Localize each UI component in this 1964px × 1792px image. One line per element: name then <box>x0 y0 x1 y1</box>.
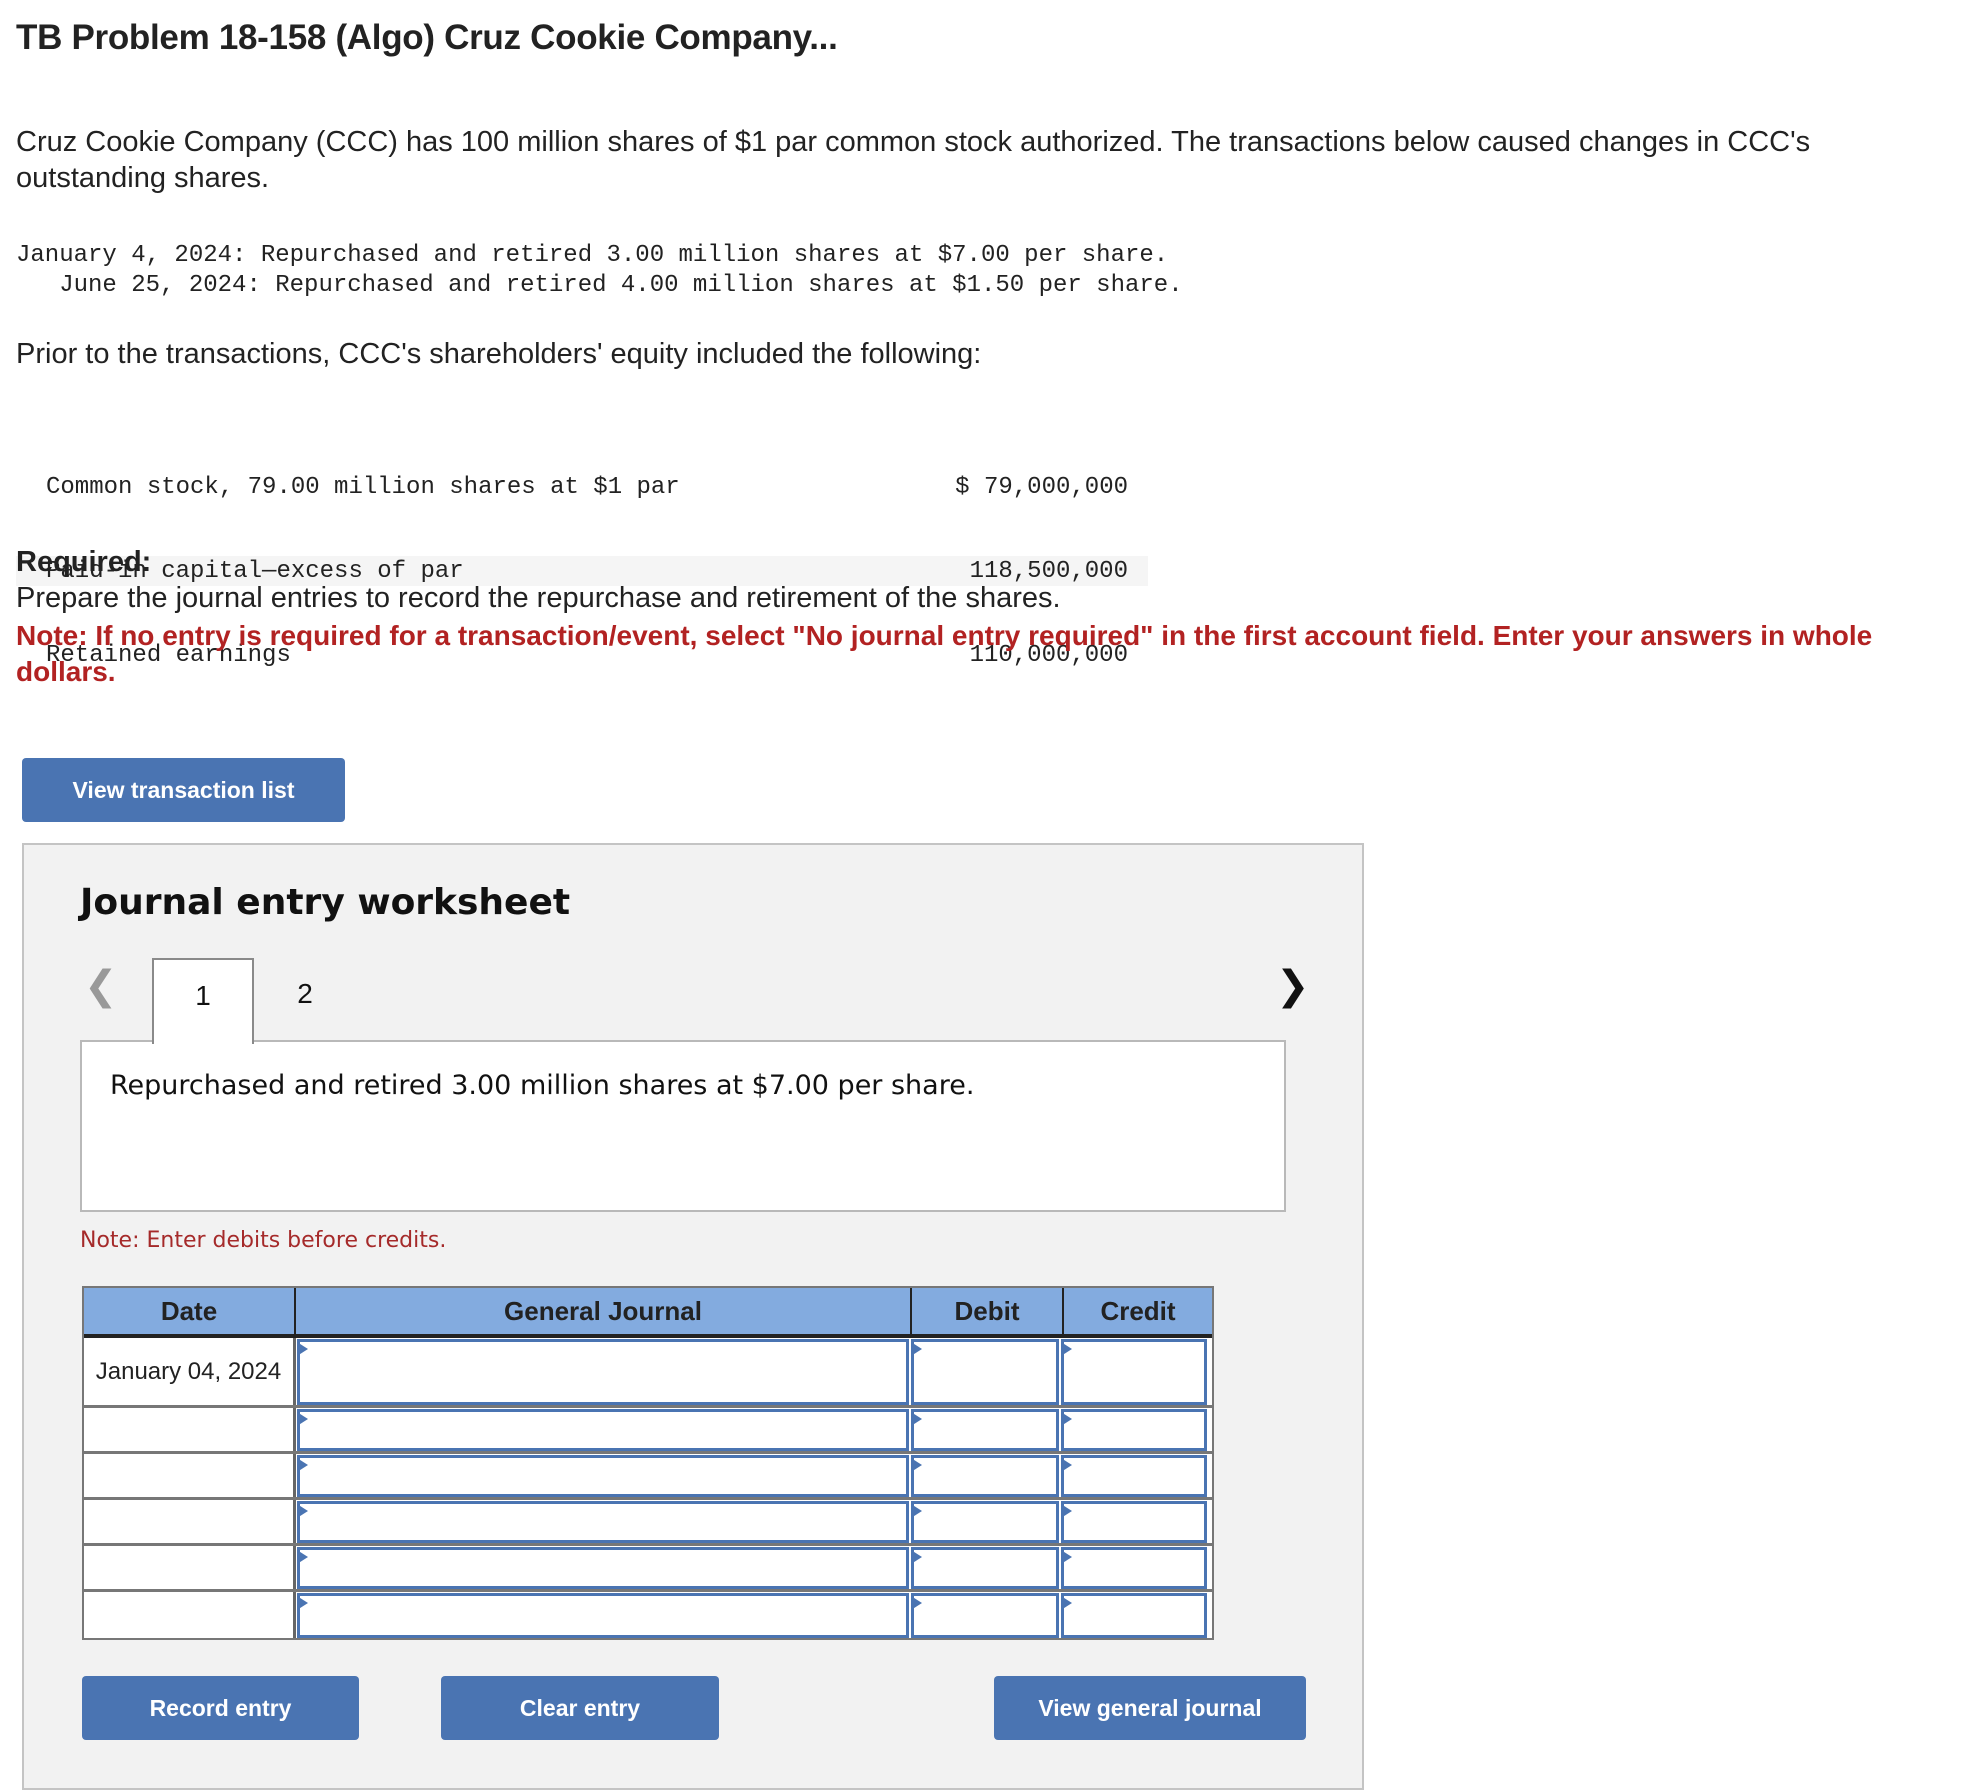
transaction-date: June 25, 2024: <box>16 272 261 299</box>
debit-input[interactable] <box>911 1409 1059 1451</box>
dropdown-flag-icon <box>297 1504 308 1518</box>
input-flag-icon <box>911 1550 922 1564</box>
credit-input[interactable] <box>1061 1455 1207 1497</box>
dropdown-flag-icon <box>297 1550 308 1564</box>
required-note: Note: If no entry is required for a tran… <box>16 620 1873 687</box>
transaction-line: June 25, 2024: Repurchased and retired 4… <box>16 272 1183 299</box>
credit-input[interactable] <box>1061 1409 1207 1451</box>
transaction-text: Repurchased and retired 4.00 million sha… <box>275 272 1183 299</box>
input-flag-icon <box>911 1596 922 1610</box>
dropdown-flag-icon <box>297 1458 308 1472</box>
header-date: Date <box>84 1288 296 1334</box>
transaction-date: January 4, 2024: <box>16 242 247 269</box>
input-flag-icon <box>1061 1342 1072 1356</box>
account-input[interactable] <box>297 1501 909 1543</box>
credit-input[interactable] <box>1061 1593 1207 1638</box>
input-flag-icon <box>1061 1458 1072 1472</box>
table-row <box>84 1592 1212 1638</box>
input-flag-icon <box>1061 1550 1072 1564</box>
chevron-left-icon[interactable]: ❮ <box>84 966 118 1006</box>
transaction-text: Repurchased and retired 3.00 million sha… <box>260 242 1169 269</box>
debit-input[interactable] <box>911 1547 1059 1589</box>
input-flag-icon <box>911 1412 922 1426</box>
input-flag-icon <box>1061 1412 1072 1426</box>
credit-input[interactable] <box>1061 1339 1207 1405</box>
account-input[interactable] <box>297 1339 909 1405</box>
clear-entry-button[interactable]: Clear entry <box>441 1676 719 1740</box>
date-cell <box>84 1454 296 1497</box>
date-cell <box>84 1592 296 1638</box>
input-flag-icon <box>911 1342 922 1356</box>
prior-equity-text: Prior to the transactions, CCC's shareho… <box>16 338 982 370</box>
page-title: TB Problem 18-158 (Algo) Cruz Cookie Com… <box>16 18 838 57</box>
dropdown-flag-icon <box>297 1342 308 1356</box>
view-transaction-list-button[interactable]: View transaction list <box>22 758 345 822</box>
credit-input[interactable] <box>1061 1501 1207 1543</box>
header-general-journal: General Journal <box>296 1288 912 1334</box>
chevron-right-icon[interactable]: ❯ <box>1276 966 1310 1006</box>
debit-input[interactable] <box>911 1501 1059 1543</box>
account-input[interactable] <box>297 1455 909 1497</box>
account-input[interactable] <box>297 1409 909 1451</box>
record-entry-button[interactable]: Record entry <box>82 1676 359 1740</box>
equity-value: $ 79,000,000 <box>955 474 1128 501</box>
tab-2[interactable]: 2 <box>270 958 340 1038</box>
equity-label: Common stock, 79.00 million shares at $1… <box>46 474 680 501</box>
input-flag-icon <box>911 1504 922 1518</box>
input-flag-icon <box>1061 1504 1072 1518</box>
transaction-description: Repurchased and retired 3.00 million sha… <box>80 1040 1286 1212</box>
tab-1[interactable]: 1 <box>152 958 254 1044</box>
tab-label: 1 <box>195 980 211 1011</box>
table-header: Date General Journal Debit Credit <box>84 1288 1212 1338</box>
description-text: Repurchased and retired 3.00 million sha… <box>110 1070 975 1101</box>
input-flag-icon <box>911 1458 922 1472</box>
tab-label: 2 <box>297 978 313 1009</box>
required-text: Prepare the journal entries to record th… <box>16 582 1061 614</box>
debit-input[interactable] <box>911 1593 1059 1638</box>
general-journal-table: Date General Journal Debit Credit Januar… <box>82 1286 1214 1640</box>
worksheet-heading: Journal entry worksheet <box>80 882 571 923</box>
equity-value: 118,500,000 <box>969 558 1128 585</box>
input-flag-icon <box>1061 1596 1072 1610</box>
header-debit: Debit <box>912 1288 1064 1334</box>
table-row <box>84 1546 1212 1592</box>
dropdown-flag-icon <box>297 1596 308 1610</box>
debits-note: Note: Enter debits before credits. <box>80 1228 447 1253</box>
table-row <box>84 1454 1212 1500</box>
date-cell: January 04, 2024 <box>84 1338 296 1405</box>
credit-input[interactable] <box>1061 1547 1207 1589</box>
equity-row: Common stock, 79.00 million shares at $1… <box>16 472 1148 502</box>
transaction-line: January 4, 2024: Repurchased and retired… <box>16 242 1168 269</box>
table-row: January 04, 2024 <box>84 1338 1212 1408</box>
required-heading: Required: <box>16 546 152 578</box>
date-cell <box>84 1500 296 1543</box>
debit-input[interactable] <box>911 1339 1059 1405</box>
header-credit: Credit <box>1100 1295 1176 1326</box>
view-general-journal-button[interactable]: View general journal <box>994 1676 1306 1740</box>
date-cell <box>84 1408 296 1451</box>
debit-input[interactable] <box>911 1455 1059 1497</box>
dropdown-flag-icon <box>297 1412 308 1426</box>
problem-intro: Cruz Cookie Company (CCC) has 100 millio… <box>16 126 1811 194</box>
table-row <box>84 1500 1212 1546</box>
table-row <box>84 1408 1212 1454</box>
date-cell <box>84 1546 296 1589</box>
account-input[interactable] <box>297 1547 909 1589</box>
account-input[interactable] <box>297 1593 909 1638</box>
